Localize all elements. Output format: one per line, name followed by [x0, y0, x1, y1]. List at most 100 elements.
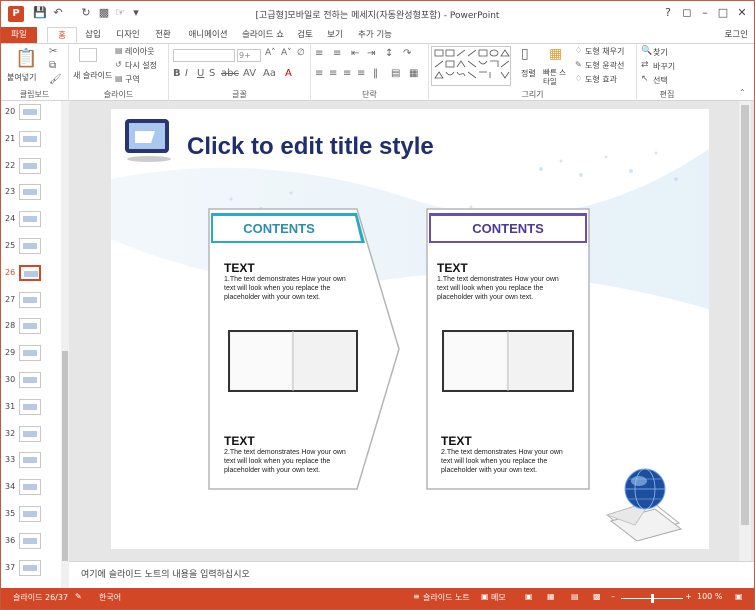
paste-button[interactable]: 붙여넣기 — [7, 72, 36, 83]
slide-scroll-thumb[interactable] — [741, 105, 749, 525]
tab-insert[interactable]: 삽입 — [79, 27, 107, 43]
slide-thumbnail[interactable]: 34 — [1, 479, 61, 501]
slide-thumbnail-image[interactable] — [19, 238, 41, 254]
shape-outline-button[interactable]: 도형 윤곽선 — [585, 60, 624, 71]
zoom-slider[interactable] — [621, 594, 683, 603]
slide-thumbnail-image[interactable] — [19, 291, 41, 308]
notes-pane[interactable]: 여기에 슬라이드 노트의 내용을 입력하십시오 — [69, 561, 754, 588]
quick-styles-icon[interactable]: ▦ — [549, 46, 562, 62]
slide-thumbnail[interactable]: 25 — [1, 238, 61, 260]
slide-thumbnail[interactable]: 32 — [1, 425, 61, 448]
close-button[interactable]: ✕ — [734, 6, 750, 20]
find-button[interactable]: 찾기 — [653, 47, 668, 58]
arrange-icon[interactable]: ▯ — [521, 46, 529, 62]
slide-thumbnail[interactable]: 22 — [1, 157, 61, 180]
slide-thumbnail-image[interactable] — [19, 452, 41, 469]
clear-format-icon[interactable]: ∅ — [297, 48, 305, 58]
zoom-in-button[interactable]: + — [685, 592, 692, 601]
bold-icon[interactable]: B — [173, 68, 181, 79]
slide-thumbnail-image[interactable] — [19, 559, 41, 576]
slide-thumbnail[interactable]: 35 — [1, 506, 61, 528]
notes-toggle-button[interactable]: 슬라이드 노트 — [423, 592, 470, 603]
notes-placeholder[interactable]: 여기에 슬라이드 노트의 내용을 입력하십시오 — [81, 567, 250, 580]
slide-canvas[interactable]: Click to edit title style CONTENTS TEXT … — [111, 109, 709, 549]
layout-button[interactable]: 레이아웃 — [125, 46, 154, 57]
reset-button[interactable]: 다시 설정 — [125, 60, 157, 71]
zoom-out-button[interactable]: – — [611, 592, 615, 601]
section-button[interactable]: 구역 — [125, 74, 140, 85]
slide-thumbnail[interactable]: 28 — [1, 318, 61, 340]
zoom-slider-handle[interactable] — [651, 594, 654, 603]
slide-thumbnail-image[interactable] — [19, 157, 41, 174]
help-button[interactable]: ? — [660, 6, 676, 20]
select-button[interactable]: 선택 — [653, 75, 668, 86]
spellcheck-icon[interactable]: ✎ — [75, 592, 82, 601]
collapse-ribbon-icon[interactable]: ⌃ — [739, 88, 746, 97]
tab-review[interactable]: 검토 — [293, 27, 317, 43]
numbering-icon[interactable]: ≡ — [333, 48, 341, 59]
align-right-icon[interactable]: ≡ — [343, 68, 351, 79]
ribbon-display-options-icon[interactable]: ◻ — [679, 6, 695, 20]
tab-slideshow[interactable]: 슬라이드 쇼 — [239, 27, 287, 43]
quick-styles-button[interactable]: 빠른 스타일 — [543, 68, 571, 86]
slide-thumbnail-image[interactable] — [19, 479, 41, 496]
slide-thumbnail[interactable]: 26 — [1, 264, 61, 287]
slide-thumbnail-image[interactable] — [19, 506, 41, 522]
slide-thumbnail-image[interactable] — [19, 345, 41, 362]
slide-thumbnail[interactable]: 23 — [1, 184, 61, 206]
shrink-font-icon[interactable]: A˅ — [281, 48, 292, 58]
align-left-icon[interactable]: ≡ — [315, 68, 323, 79]
slide-thumbnail[interactable]: 33 — [1, 452, 61, 474]
slide-thumbnail-image[interactable] — [19, 130, 41, 147]
thumbnails-scroll-thumb[interactable] — [62, 351, 68, 561]
paste-icon[interactable]: 📋 — [15, 48, 37, 69]
text-direction-icon[interactable]: ↷ — [403, 48, 411, 59]
change-case-icon[interactable]: Aa — [263, 68, 276, 79]
slide-thumbnail[interactable]: 20 — [1, 104, 61, 126]
slide-thumbnail-image[interactable] — [19, 425, 41, 442]
slide-thumbnail-image[interactable] — [19, 184, 41, 201]
tab-home[interactable]: 홈 — [47, 27, 77, 43]
slide-thumbnail-image[interactable] — [19, 104, 41, 120]
underline-icon[interactable]: U — [197, 68, 204, 79]
slide-thumbnail[interactable]: 36 — [1, 532, 61, 555]
tab-file[interactable]: 파일 — [1, 27, 37, 43]
shape-fill-button[interactable]: 도형 채우기 — [585, 46, 624, 57]
slide-thumbnail[interactable]: 24 — [1, 211, 61, 233]
comments-button[interactable]: 메모 — [491, 592, 506, 603]
line-spacing-icon[interactable]: ↕ — [385, 48, 393, 59]
font-name-select[interactable] — [173, 49, 235, 62]
slide-thumbnail-image[interactable] — [19, 398, 41, 415]
justify-icon[interactable]: ≡ — [357, 68, 365, 79]
shadow-icon[interactable]: S — [209, 68, 215, 79]
slide-thumbnail-image[interactable] — [19, 318, 41, 335]
shapes-gallery[interactable] — [431, 46, 511, 86]
italic-icon[interactable]: I — [185, 68, 188, 79]
new-slide-icon[interactable] — [79, 48, 97, 62]
tab-view[interactable]: 보기 — [323, 27, 347, 43]
strikethrough-icon[interactable]: abc — [221, 68, 239, 79]
decrease-indent-icon[interactable]: ⇤ — [351, 48, 359, 59]
slide-thumbnail-image[interactable] — [19, 264, 41, 281]
slide-vertical-scrollbar[interactable] — [739, 101, 751, 561]
slide-thumbnail[interactable]: 21 — [1, 130, 61, 153]
tab-addins[interactable]: 추가 기능 — [355, 27, 395, 43]
char-spacing-icon[interactable]: AV — [243, 68, 256, 79]
tab-transitions[interactable]: 전환 — [149, 27, 177, 43]
tab-design[interactable]: 디자인 — [111, 27, 145, 43]
login-link[interactable]: 로그인 — [725, 27, 748, 43]
new-slide-button[interactable]: 새 슬라이드 — [73, 70, 112, 81]
smartart-icon[interactable]: ▦ — [409, 68, 418, 79]
font-color-icon[interactable]: A — [285, 68, 292, 79]
reading-view-icon[interactable]: ▤ — [571, 592, 579, 601]
format-painter-icon[interactable]: 🖌 — [49, 74, 62, 85]
bullets-icon[interactable]: ≡ — [315, 48, 323, 59]
slide-thumbnail[interactable]: 30 — [1, 372, 61, 394]
grow-font-icon[interactable]: A˄ — [265, 48, 276, 58]
increase-indent-icon[interactable]: ⇥ — [367, 48, 375, 59]
slide-thumbnail-image[interactable] — [19, 211, 41, 228]
slide-thumbnail-image[interactable] — [19, 372, 41, 388]
tab-animations[interactable]: 애니메이션 — [183, 27, 233, 43]
maximize-button[interactable]: □ — [715, 6, 731, 20]
slide-thumbnail[interactable]: 27 — [1, 291, 61, 314]
